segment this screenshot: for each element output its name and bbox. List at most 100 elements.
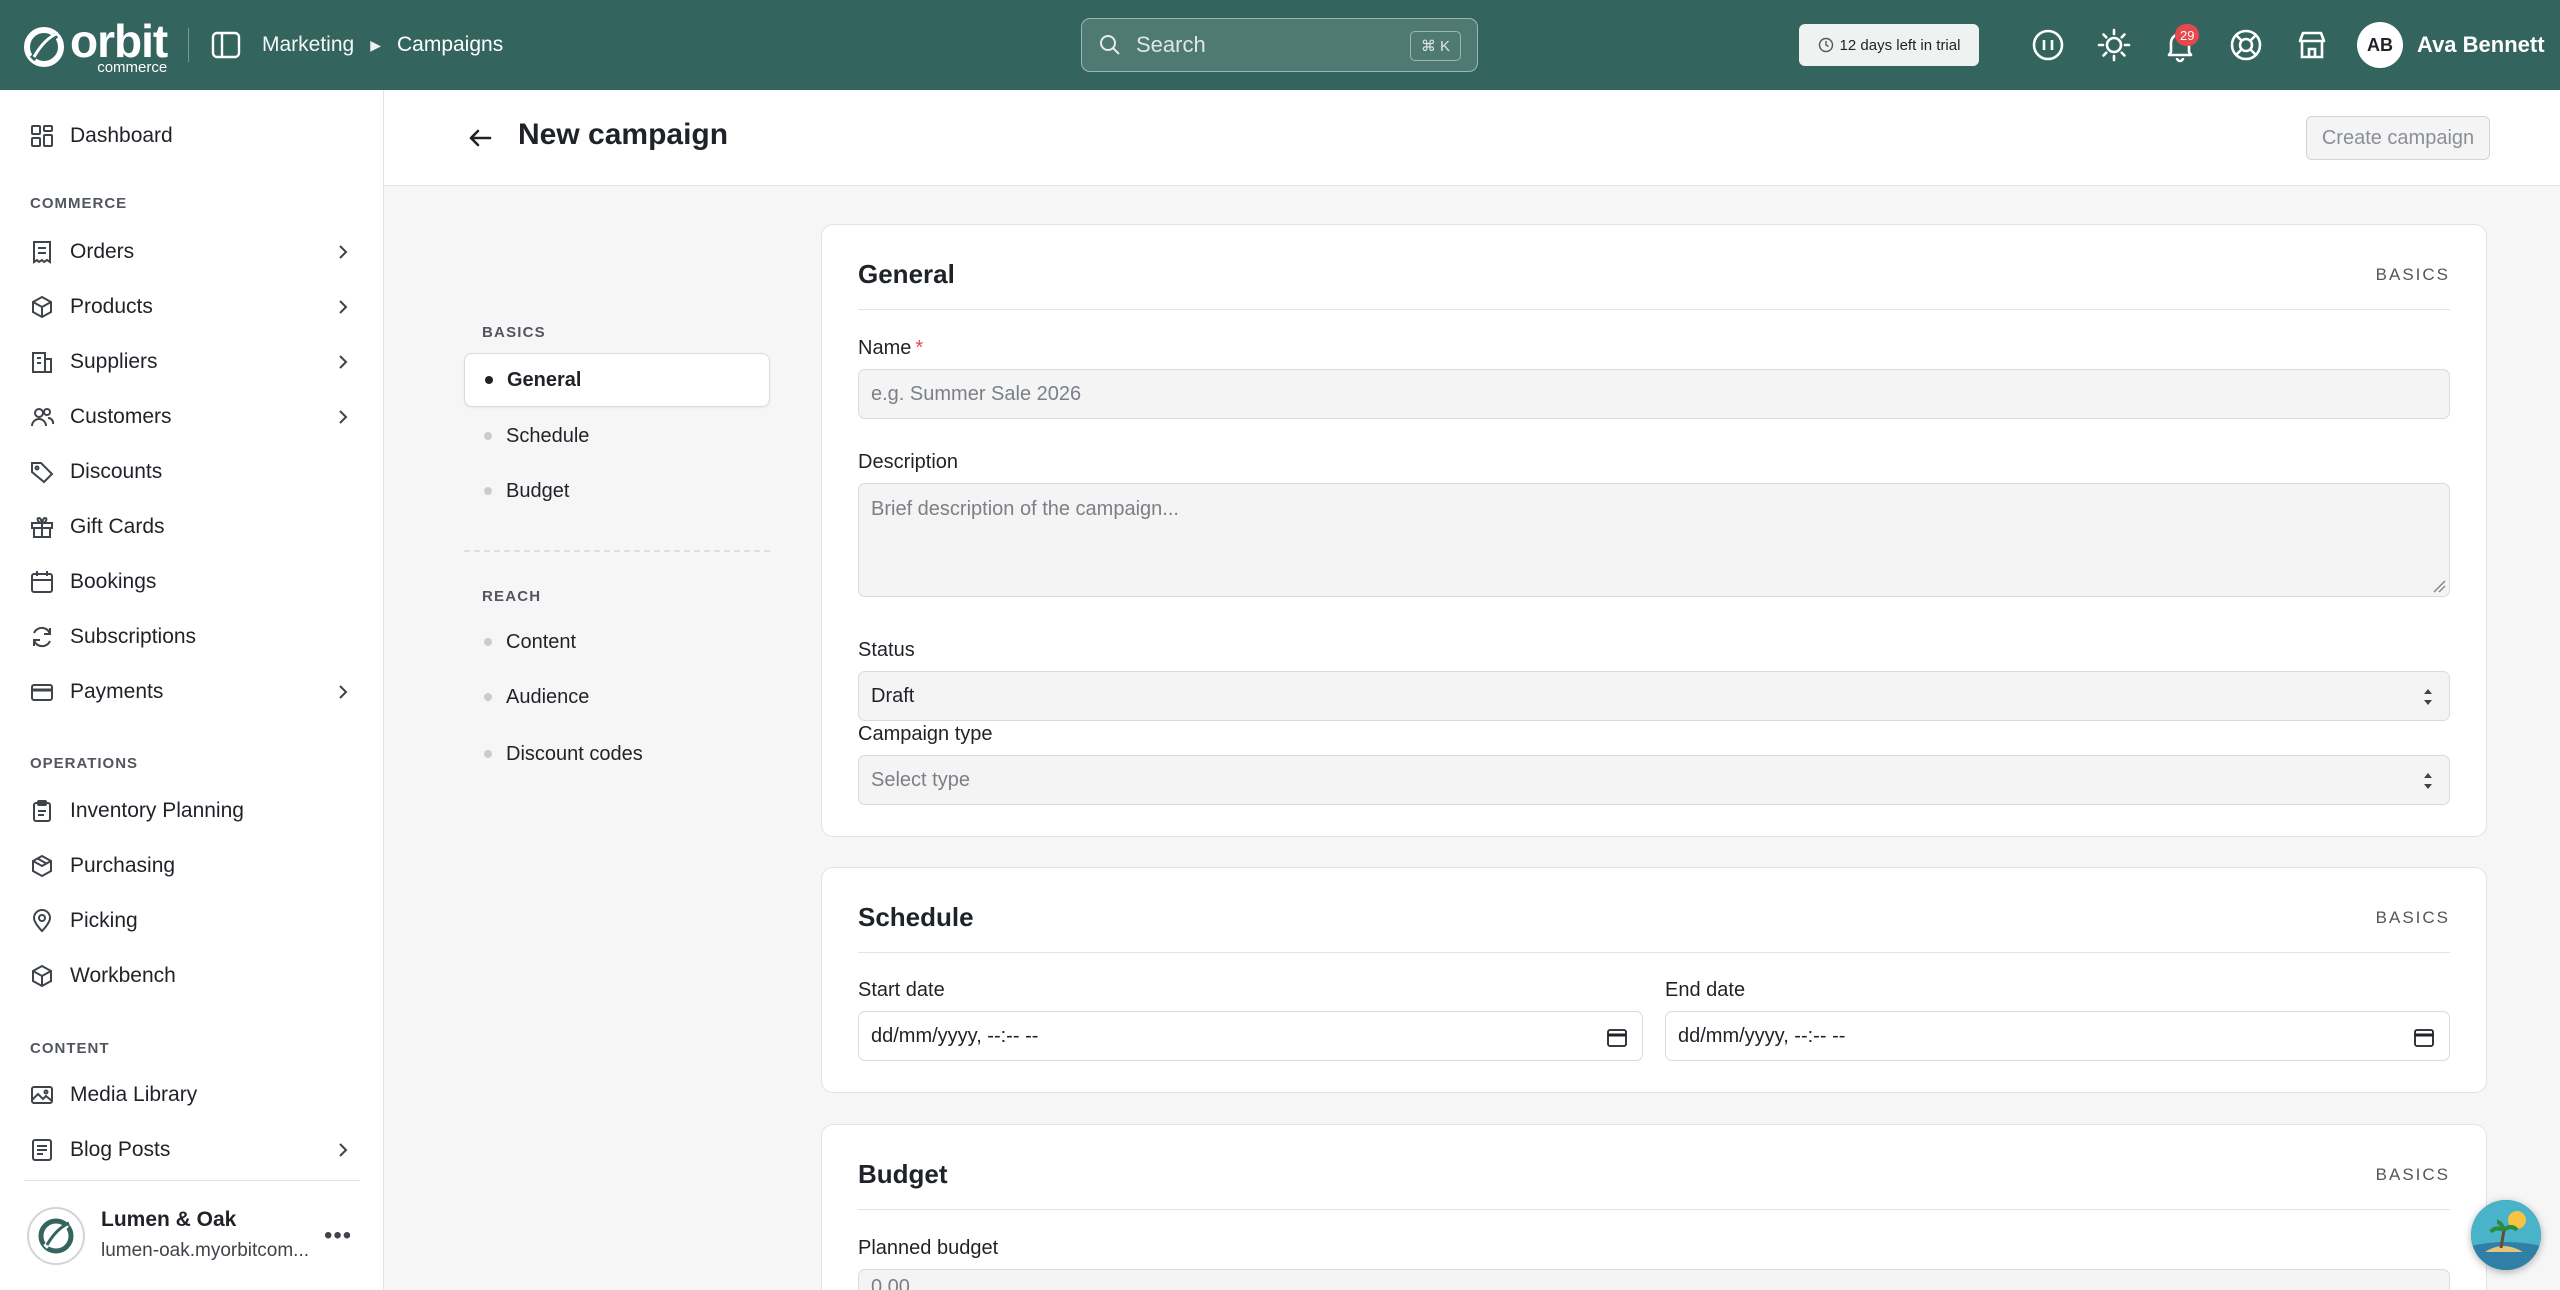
section-nav-budget[interactable]: Budget [464, 464, 770, 518]
description-placeholder: Brief description of the campaign... [871, 498, 1179, 520]
trial-badge[interactable]: 12 days left in trial [1799, 24, 1979, 66]
section-nav-label: Content [506, 630, 577, 653]
card-divider [858, 952, 2450, 953]
store-leaf-icon [38, 1218, 74, 1254]
sidebar-item-label: Discounts [70, 460, 163, 483]
sidebar-item-label: Picking [70, 909, 138, 932]
page-title: New campaign [518, 118, 729, 151]
campaign-type-select[interactable]: Select type [858, 755, 2450, 805]
section-nav-label: Discount codes [506, 742, 643, 765]
top-bar: orbit commerce Marketing ▶ Campaigns Sea… [0, 0, 2560, 90]
more-options-icon[interactable]: ••• [324, 1222, 352, 1250]
breadcrumb-marketing[interactable]: Marketing [262, 33, 354, 57]
assistant-icon[interactable] [2030, 27, 2066, 63]
sidebar-item-products[interactable]: Products [0, 282, 384, 332]
section-nav-general[interactable]: General [464, 353, 770, 407]
calendar-icon[interactable] [1606, 1026, 1628, 1048]
start-date-label: Start date [858, 979, 945, 1001]
card-tag: BASICS [2375, 1165, 2450, 1184]
sidebar-item-customers[interactable]: Customers [0, 392, 384, 442]
sidebar-item-blog-posts[interactable]: Blog Posts [0, 1125, 384, 1175]
planned-budget-input[interactable]: 0.00 [858, 1269, 2450, 1290]
sidebar-item-bookings[interactable]: Bookings [0, 557, 384, 607]
resize-handle-icon[interactable] [2432, 579, 2446, 593]
end-date-label: End date [1665, 979, 1746, 1001]
section-nav-discount-codes[interactable]: Discount codes [464, 727, 770, 781]
sidebar-item-label: Purchasing [70, 854, 176, 877]
sidebar-item-label: Suppliers [70, 350, 158, 373]
user-name[interactable]: Ava Bennett [2417, 0, 2545, 90]
clock-icon [1818, 37, 1833, 53]
name-label: Name * [858, 337, 923, 360]
status-select[interactable]: Draft [858, 671, 2450, 721]
user-avatar[interactable]: AB [2357, 22, 2403, 68]
sidebar-item-payments[interactable]: Payments [0, 667, 384, 717]
section-nav-divider [464, 550, 770, 552]
name-input[interactable]: e.g. Summer Sale 2026 [858, 369, 2450, 419]
sidebar-item-picking[interactable]: Picking [0, 896, 384, 946]
description-label: Description [858, 451, 959, 473]
sidebar-item-purchasing[interactable]: Purchasing [0, 841, 384, 891]
end-date-value: dd/mm/yyyy, --:-- -- [1678, 1024, 1846, 1047]
orbit-logo[interactable]: orbit commerce [22, 18, 168, 75]
sidebar-item-label: Gift Cards [70, 515, 165, 538]
chevron-right-icon [339, 1143, 348, 1157]
start-date-input[interactable]: dd/mm/yyyy, --:-- -- [858, 1011, 1643, 1061]
suppliers-building-icon [32, 352, 52, 373]
assistant-fab-button[interactable] [2471, 1200, 2541, 1270]
store-switcher[interactable]: Lumen & Oak lumen-oak.myorbitcom... ••• [24, 1198, 360, 1274]
products-box-icon [32, 295, 52, 319]
section-nav-schedule[interactable]: Schedule [464, 409, 770, 463]
section-nav-audience[interactable]: Audience [464, 670, 770, 724]
chevron-right-icon [339, 685, 348, 699]
search-placeholder: Search [1136, 32, 1206, 57]
search-input[interactable]: Search ⌘ K [1081, 18, 1478, 72]
sidebar-item-label: Workbench [70, 964, 176, 987]
breadcrumb-separator-icon: ▶ [370, 36, 381, 53]
budget-card-title: Budget [858, 1159, 948, 1189]
help-lifebuoy-icon[interactable] [2228, 27, 2264, 63]
workbench-box-icon [32, 964, 52, 988]
sidebar-item-label: Customers [70, 405, 172, 428]
section-nav-content[interactable]: Content [464, 615, 770, 669]
sidebar-item-discounts[interactable]: Discounts [0, 447, 384, 497]
dashboard-icon [31, 125, 53, 147]
calendar-icon[interactable] [2413, 1026, 2435, 1048]
theme-sun-icon[interactable] [2096, 27, 2132, 63]
description-textarea[interactable]: Brief description of the campaign... [858, 483, 2450, 597]
sidebar-item-workbench[interactable]: Workbench [0, 951, 384, 1001]
sidebar-toggle-icon[interactable] [210, 30, 242, 60]
sidebar-item-subscriptions[interactable]: Subscriptions [0, 612, 384, 662]
required-asterisk: * [915, 337, 924, 359]
sidebar-item-gift-cards[interactable]: Gift Cards [0, 502, 384, 552]
sidebar-item-orders[interactable]: Orders [0, 227, 384, 277]
sidebar-item-suppliers[interactable]: Suppliers [0, 337, 384, 387]
sidebar-item-media-library[interactable]: Media Library [0, 1070, 384, 1120]
chevron-right-icon [339, 355, 348, 369]
section-nav-label: Schedule [506, 424, 590, 447]
orders-receipt-icon [33, 241, 51, 264]
sidebar-item-label: Products [70, 295, 153, 318]
sidebar-item-label: Dashboard [70, 124, 173, 147]
search-icon [1100, 35, 1120, 55]
create-campaign-button[interactable]: Create campaign [2306, 116, 2490, 160]
sidebar-item-dashboard[interactable]: Dashboard [0, 111, 384, 161]
end-date-input[interactable]: dd/mm/yyyy, --:-- -- [1665, 1011, 2450, 1061]
back-arrow-icon[interactable] [464, 122, 496, 154]
breadcrumb-campaigns[interactable]: Campaigns [397, 33, 503, 57]
section-nav-label: Budget [506, 479, 570, 502]
refresh-icon [33, 626, 51, 648]
storefront-icon[interactable] [2294, 27, 2330, 63]
store-logo [27, 1207, 85, 1265]
sidebar-item-inventory-planning[interactable]: Inventory Planning [0, 786, 384, 836]
clipboard-icon [33, 800, 51, 822]
name-placeholder: e.g. Summer Sale 2026 [871, 382, 1082, 405]
topbar-divider [188, 28, 189, 62]
card-tag: BASICS [2375, 908, 2450, 927]
schedule-card-title: Schedule [858, 902, 974, 932]
select-arrows-icon [2424, 773, 2432, 789]
general-card: General BASICS Name * e.g. Summer Sale 20… [821, 224, 2487, 837]
sidebar-item-label: Blog Posts [70, 1138, 171, 1161]
select-arrows-icon [2424, 689, 2432, 705]
search-shortcut: ⌘ K [1409, 31, 1461, 61]
